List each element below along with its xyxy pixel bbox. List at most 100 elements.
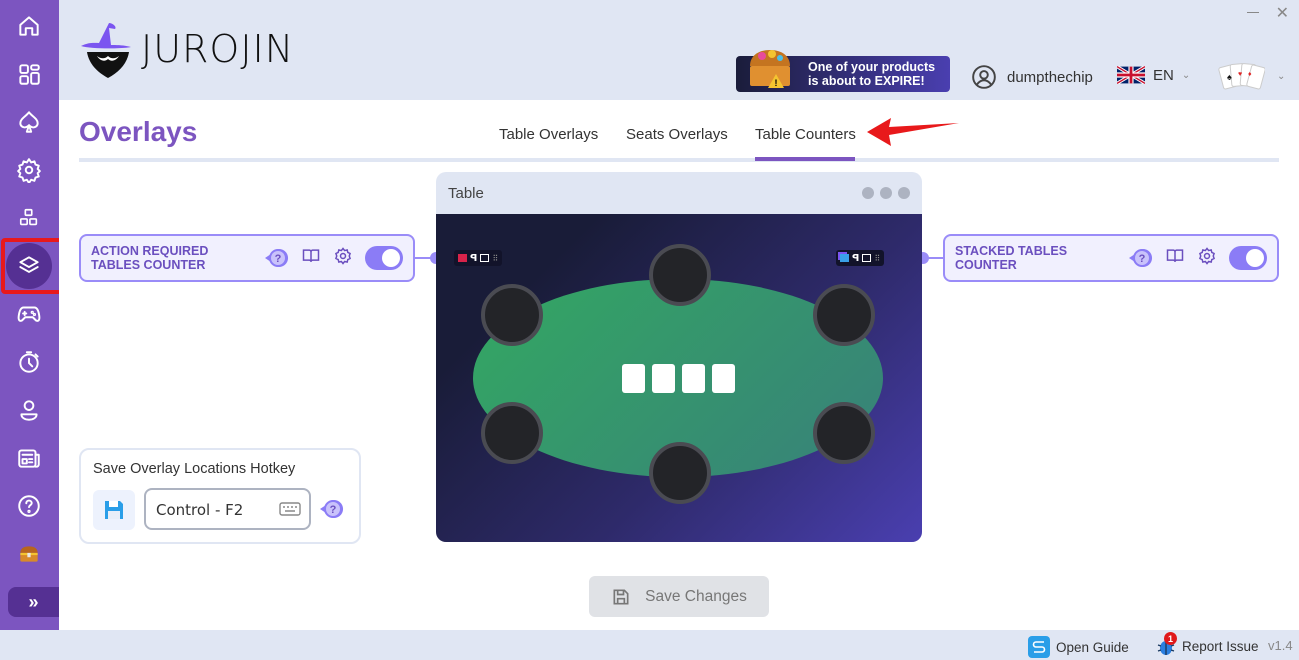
- svg-text:♦: ♦: [1248, 71, 1252, 78]
- dashboard-icon: [19, 64, 40, 85]
- gear-icon: [17, 158, 41, 183]
- svg-text:!: !: [775, 78, 778, 88]
- report-issue-link[interactable]: 1 Report Issue: [1156, 632, 1259, 656]
- guide-book-icon[interactable]: [301, 246, 321, 271]
- counter-label: ACTION REQUIRED TABLES COUNTER: [91, 244, 209, 272]
- logo-mark-icon: ꟼ: [470, 252, 478, 264]
- window-dots: [862, 187, 910, 199]
- header: JUROJIN ✕ ! One of your products is abou…: [59, 0, 1299, 100]
- drag-handle-icon[interactable]: ⠿: [492, 254, 498, 263]
- action-required-counter-card: ACTION REQUIRED TABLES COUNTER ?: [79, 234, 415, 282]
- tab-seats-overlays[interactable]: Seats Overlays: [626, 126, 728, 143]
- seat: [813, 284, 875, 346]
- open-guide-link[interactable]: Open Guide: [1028, 636, 1129, 658]
- tab-table-overlays[interactable]: Table Overlays: [499, 126, 598, 143]
- active-tab-indicator: [755, 157, 855, 161]
- minimize-button[interactable]: [1247, 12, 1259, 13]
- promo-line-2: is about to EXPIRE!: [808, 74, 925, 88]
- username: dumpthechip: [1007, 68, 1093, 86]
- hotkey-input[interactable]: Control - F2: [144, 488, 311, 530]
- language-selector[interactable]: EN ⌄: [1117, 66, 1190, 84]
- spade-icon: [19, 111, 39, 133]
- gear-icon[interactable]: [1197, 246, 1217, 271]
- svg-text:♠: ♠: [1227, 72, 1232, 82]
- news-icon: [18, 449, 40, 468]
- save-hotkey-button[interactable]: [93, 490, 135, 530]
- seat: [813, 402, 875, 464]
- svg-text:?: ?: [275, 253, 282, 265]
- tab-table-counters[interactable]: Table Counters: [755, 126, 856, 143]
- svg-text:♥: ♥: [1238, 71, 1242, 78]
- drag-handle-icon[interactable]: ⠿: [874, 254, 880, 263]
- sidebar-item-news[interactable]: [6, 435, 52, 481]
- sidebar: »: [0, 0, 63, 630]
- save-icon: [613, 589, 629, 604]
- sidebar-item-poker[interactable]: [6, 99, 52, 145]
- counter-label: STACKED TABLES COUNTER: [955, 244, 1068, 272]
- red-arrow-annotation: [867, 118, 959, 146]
- chevron-down-icon: ⌄: [1181, 69, 1191, 81]
- footer: Open Guide 1 Report Issue v1.4: [0, 630, 1299, 660]
- guide-icon: [1028, 636, 1050, 658]
- svg-text:?: ?: [330, 504, 337, 516]
- gear-icon[interactable]: [333, 246, 353, 271]
- svg-text:?: ?: [1139, 253, 1146, 265]
- sidebar-expand-button[interactable]: »: [8, 587, 59, 617]
- card-deck-selector[interactable]: ♠ ♥ ♦ ⌄: [1217, 60, 1285, 92]
- treasure-chest-icon: !: [750, 50, 790, 88]
- sidebar-item-settings[interactable]: [6, 147, 52, 193]
- table-background: ꟼ ⠿ ꟼ ⠿: [436, 214, 922, 542]
- user-circle-icon: [972, 65, 996, 89]
- logo: JUROJIN: [79, 18, 294, 80]
- playing-cards-icon: ♠ ♥ ♦: [1218, 63, 1265, 90]
- sidebar-item-profile[interactable]: [6, 387, 52, 433]
- app-version: v1.4: [1268, 638, 1293, 653]
- chevron-down-icon: ⌄: [1277, 70, 1286, 82]
- action-required-overlay-preview[interactable]: ꟼ ⠿: [454, 250, 503, 266]
- apps-icon: [19, 208, 38, 226]
- user-icon: [20, 400, 38, 421]
- sidebar-item-apps[interactable]: [6, 195, 52, 241]
- keyboard-icon: [279, 502, 301, 516]
- floppy-disk-icon: [105, 501, 123, 519]
- action-required-toggle[interactable]: [365, 246, 403, 270]
- guide-book-icon[interactable]: [1165, 246, 1185, 271]
- language-code: EN: [1153, 66, 1174, 84]
- save-changes-label: Save Changes: [645, 587, 747, 605]
- board-card: [652, 364, 675, 393]
- sidebar-item-help[interactable]: [6, 483, 52, 529]
- page-title: Overlays: [79, 116, 198, 147]
- help-bubble-icon[interactable]: ?: [263, 245, 289, 271]
- table-preview-window: Table ꟼ ⠿ ꟼ ⠿: [436, 172, 922, 542]
- uk-flag-icon: [1117, 66, 1145, 84]
- stacked-tables-toggle[interactable]: [1229, 246, 1267, 270]
- sidebar-item-games[interactable]: [6, 291, 52, 337]
- board-card: [622, 364, 645, 393]
- seat: [649, 244, 711, 306]
- window-icon: [480, 254, 490, 262]
- sidebar-item-dashboard[interactable]: [6, 51, 52, 97]
- help-bubble-icon[interactable]: ?: [317, 496, 345, 522]
- save-changes-button[interactable]: Save Changes: [589, 576, 769, 617]
- expiry-promo-banner[interactable]: ! One of your products is about to EXPIR…: [736, 50, 950, 92]
- close-button[interactable]: ✕: [1276, 3, 1289, 23]
- sidebar-item-timer[interactable]: [6, 339, 52, 385]
- board-card: [712, 364, 735, 393]
- seat: [649, 442, 711, 504]
- promo-line-1: One of your products: [808, 60, 936, 74]
- stacked-tables-counter-card: STACKED TABLES COUNTER ?: [943, 234, 1279, 282]
- brand-name: JUROJIN: [141, 27, 295, 71]
- logo-mark-icon: ꟼ: [852, 252, 860, 264]
- notification-badge: 1: [1164, 632, 1177, 645]
- tab-bar-track: [79, 158, 1279, 162]
- wizard-logo-icon: [81, 23, 131, 78]
- table-window-title: Table: [448, 185, 484, 202]
- help-bubble-icon[interactable]: ?: [1127, 245, 1153, 271]
- sidebar-item-home[interactable]: [6, 3, 52, 49]
- sidebar-item-rewards[interactable]: [6, 531, 52, 577]
- seat: [481, 284, 543, 346]
- window-icon: [862, 254, 872, 262]
- user-menu[interactable]: dumpthechip: [971, 64, 1093, 90]
- stacked-tables-overlay-preview[interactable]: ꟼ ⠿: [836, 250, 885, 266]
- active-item-highlight: [1, 238, 63, 294]
